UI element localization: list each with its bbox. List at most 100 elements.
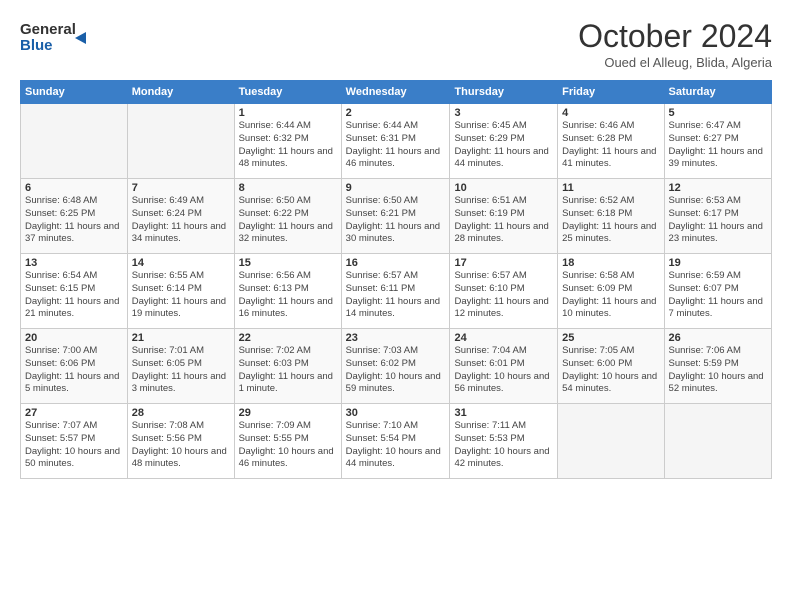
day-info: Sunrise: 6:52 AM Sunset: 6:18 PM Dayligh… <box>562 195 659 246</box>
day-number: 4 <box>562 107 659 119</box>
calendar-cell: 30Sunrise: 7:10 AM Sunset: 5:54 PM Dayli… <box>341 404 450 479</box>
svg-text:General: General <box>20 21 76 38</box>
col-friday: Friday <box>558 81 664 104</box>
calendar-cell: 23Sunrise: 7:03 AM Sunset: 6:02 PM Dayli… <box>341 329 450 404</box>
day-info: Sunrise: 6:57 AM Sunset: 6:11 PM Dayligh… <box>346 270 446 321</box>
day-info: Sunrise: 7:01 AM Sunset: 6:05 PM Dayligh… <box>132 345 230 396</box>
month-title: October 2024 <box>578 18 772 55</box>
day-number: 14 <box>132 257 230 269</box>
title-block: October 2024 Oued el Alleug, Blida, Alge… <box>578 18 772 70</box>
day-info: Sunrise: 7:05 AM Sunset: 6:00 PM Dayligh… <box>562 345 659 396</box>
day-number: 31 <box>454 407 553 419</box>
day-info: Sunrise: 7:06 AM Sunset: 5:59 PM Dayligh… <box>669 345 767 396</box>
day-number: 22 <box>239 332 337 344</box>
day-number: 5 <box>669 107 767 119</box>
col-wednesday: Wednesday <box>341 81 450 104</box>
svg-text:Blue: Blue <box>20 37 53 54</box>
calendar-cell: 17Sunrise: 6:57 AM Sunset: 6:10 PM Dayli… <box>450 254 558 329</box>
calendar-week-4: 20Sunrise: 7:00 AM Sunset: 6:06 PM Dayli… <box>21 329 772 404</box>
calendar-cell: 11Sunrise: 6:52 AM Sunset: 6:18 PM Dayli… <box>558 179 664 254</box>
day-info: Sunrise: 6:44 AM Sunset: 6:32 PM Dayligh… <box>239 120 337 171</box>
day-info: Sunrise: 7:00 AM Sunset: 6:06 PM Dayligh… <box>25 345 123 396</box>
header: GeneralBlue October 2024 Oued el Alleug,… <box>20 18 772 70</box>
calendar-cell <box>21 104 128 179</box>
day-info: Sunrise: 6:48 AM Sunset: 6:25 PM Dayligh… <box>25 195 123 246</box>
day-number: 27 <box>25 407 123 419</box>
day-number: 17 <box>454 257 553 269</box>
calendar-week-3: 13Sunrise: 6:54 AM Sunset: 6:15 PM Dayli… <box>21 254 772 329</box>
page: GeneralBlue October 2024 Oued el Alleug,… <box>0 0 792 612</box>
day-number: 19 <box>669 257 767 269</box>
calendar-cell: 25Sunrise: 7:05 AM Sunset: 6:00 PM Dayli… <box>558 329 664 404</box>
day-number: 25 <box>562 332 659 344</box>
day-number: 21 <box>132 332 230 344</box>
col-saturday: Saturday <box>664 81 771 104</box>
day-number: 10 <box>454 182 553 194</box>
day-info: Sunrise: 6:45 AM Sunset: 6:29 PM Dayligh… <box>454 120 553 171</box>
day-number: 6 <box>25 182 123 194</box>
day-number: 3 <box>454 107 553 119</box>
calendar-cell: 13Sunrise: 6:54 AM Sunset: 6:15 PM Dayli… <box>21 254 128 329</box>
col-tuesday: Tuesday <box>234 81 341 104</box>
day-number: 30 <box>346 407 446 419</box>
calendar-cell: 21Sunrise: 7:01 AM Sunset: 6:05 PM Dayli… <box>127 329 234 404</box>
calendar-cell: 28Sunrise: 7:08 AM Sunset: 5:56 PM Dayli… <box>127 404 234 479</box>
day-number: 15 <box>239 257 337 269</box>
day-number: 8 <box>239 182 337 194</box>
calendar-cell <box>127 104 234 179</box>
calendar-week-5: 27Sunrise: 7:07 AM Sunset: 5:57 PM Dayli… <box>21 404 772 479</box>
calendar-cell: 8Sunrise: 6:50 AM Sunset: 6:22 PM Daylig… <box>234 179 341 254</box>
day-info: Sunrise: 7:04 AM Sunset: 6:01 PM Dayligh… <box>454 345 553 396</box>
calendar-cell <box>664 404 771 479</box>
calendar-cell: 26Sunrise: 7:06 AM Sunset: 5:59 PM Dayli… <box>664 329 771 404</box>
calendar-cell: 19Sunrise: 6:59 AM Sunset: 6:07 PM Dayli… <box>664 254 771 329</box>
calendar-cell: 27Sunrise: 7:07 AM Sunset: 5:57 PM Dayli… <box>21 404 128 479</box>
col-sunday: Sunday <box>21 81 128 104</box>
day-info: Sunrise: 6:50 AM Sunset: 6:22 PM Dayligh… <box>239 195 337 246</box>
calendar-cell: 18Sunrise: 6:58 AM Sunset: 6:09 PM Dayli… <box>558 254 664 329</box>
day-number: 20 <box>25 332 123 344</box>
day-number: 28 <box>132 407 230 419</box>
day-info: Sunrise: 6:55 AM Sunset: 6:14 PM Dayligh… <box>132 270 230 321</box>
logo-svg: GeneralBlue <box>20 18 90 58</box>
col-thursday: Thursday <box>450 81 558 104</box>
calendar-cell: 3Sunrise: 6:45 AM Sunset: 6:29 PM Daylig… <box>450 104 558 179</box>
calendar: Sunday Monday Tuesday Wednesday Thursday… <box>20 80 772 479</box>
day-number: 1 <box>239 107 337 119</box>
calendar-cell: 9Sunrise: 6:50 AM Sunset: 6:21 PM Daylig… <box>341 179 450 254</box>
logo: GeneralBlue <box>20 18 90 58</box>
day-number: 7 <box>132 182 230 194</box>
day-info: Sunrise: 6:57 AM Sunset: 6:10 PM Dayligh… <box>454 270 553 321</box>
day-number: 2 <box>346 107 446 119</box>
calendar-cell: 2Sunrise: 6:44 AM Sunset: 6:31 PM Daylig… <box>341 104 450 179</box>
day-info: Sunrise: 6:49 AM Sunset: 6:24 PM Dayligh… <box>132 195 230 246</box>
calendar-cell: 14Sunrise: 6:55 AM Sunset: 6:14 PM Dayli… <box>127 254 234 329</box>
calendar-cell: 10Sunrise: 6:51 AM Sunset: 6:19 PM Dayli… <box>450 179 558 254</box>
day-number: 29 <box>239 407 337 419</box>
day-info: Sunrise: 7:08 AM Sunset: 5:56 PM Dayligh… <box>132 420 230 471</box>
day-number: 12 <box>669 182 767 194</box>
day-info: Sunrise: 6:53 AM Sunset: 6:17 PM Dayligh… <box>669 195 767 246</box>
day-info: Sunrise: 7:02 AM Sunset: 6:03 PM Dayligh… <box>239 345 337 396</box>
day-info: Sunrise: 6:51 AM Sunset: 6:19 PM Dayligh… <box>454 195 553 246</box>
calendar-cell <box>558 404 664 479</box>
day-number: 23 <box>346 332 446 344</box>
calendar-week-2: 6Sunrise: 6:48 AM Sunset: 6:25 PM Daylig… <box>21 179 772 254</box>
day-number: 24 <box>454 332 553 344</box>
day-number: 13 <box>25 257 123 269</box>
calendar-cell: 7Sunrise: 6:49 AM Sunset: 6:24 PM Daylig… <box>127 179 234 254</box>
day-info: Sunrise: 6:47 AM Sunset: 6:27 PM Dayligh… <box>669 120 767 171</box>
calendar-cell: 31Sunrise: 7:11 AM Sunset: 5:53 PM Dayli… <box>450 404 558 479</box>
day-info: Sunrise: 7:07 AM Sunset: 5:57 PM Dayligh… <box>25 420 123 471</box>
calendar-cell: 12Sunrise: 6:53 AM Sunset: 6:17 PM Dayli… <box>664 179 771 254</box>
day-info: Sunrise: 6:46 AM Sunset: 6:28 PM Dayligh… <box>562 120 659 171</box>
calendar-cell: 1Sunrise: 6:44 AM Sunset: 6:32 PM Daylig… <box>234 104 341 179</box>
day-info: Sunrise: 7:10 AM Sunset: 5:54 PM Dayligh… <box>346 420 446 471</box>
calendar-cell: 20Sunrise: 7:00 AM Sunset: 6:06 PM Dayli… <box>21 329 128 404</box>
calendar-cell: 22Sunrise: 7:02 AM Sunset: 6:03 PM Dayli… <box>234 329 341 404</box>
day-number: 18 <box>562 257 659 269</box>
calendar-cell: 6Sunrise: 6:48 AM Sunset: 6:25 PM Daylig… <box>21 179 128 254</box>
day-info: Sunrise: 6:44 AM Sunset: 6:31 PM Dayligh… <box>346 120 446 171</box>
day-number: 26 <box>669 332 767 344</box>
day-number: 11 <box>562 182 659 194</box>
